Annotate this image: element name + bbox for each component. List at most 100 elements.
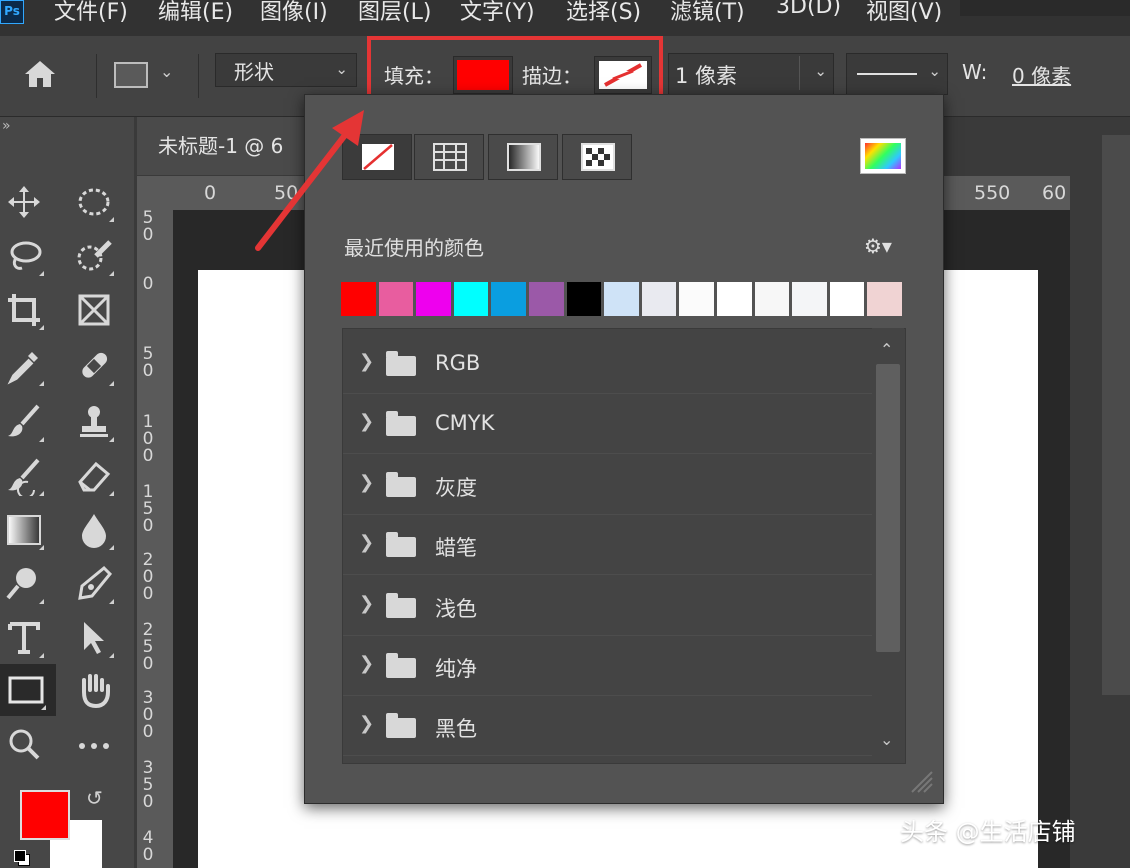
recent-color-swatch[interactable] [716,282,752,316]
recent-color-swatch[interactable] [754,282,790,316]
foreground-color-swatch[interactable] [20,790,70,840]
folder-name: 灰度 [435,476,477,500]
divider [198,54,199,98]
folder-row-light[interactable]: ❯ 浅色 [343,575,873,636]
recent-color-swatch[interactable] [792,282,827,316]
ruler-label: 300 [142,688,154,742]
folder-row-dark[interactable]: ❯ 黑色 [343,695,873,756]
folder-icon [386,411,416,436]
recent-color-swatch[interactable] [378,282,414,316]
home-icon [25,61,55,87]
folder-row-rgb[interactable]: ❯ RGB [343,333,873,394]
recent-color-swatch[interactable] [341,282,376,316]
recent-color-swatch[interactable] [491,282,526,316]
healing-brush-tool[interactable] [74,346,114,386]
chevron-right-icon[interactable]: ❯ [359,713,374,734]
collapse-icon[interactable]: » [2,118,11,134]
more-tools-button[interactable] [74,724,114,764]
rectangle-icon [114,62,148,88]
path-selection-tool[interactable] [74,618,114,658]
recent-color-swatch[interactable] [566,282,602,316]
recent-color-swatch[interactable] [679,282,714,316]
recent-color-swatch[interactable] [641,282,677,316]
scroll-up-icon[interactable]: ⌃ [880,340,893,359]
history-brush-tool[interactable] [4,456,44,499]
frame-icon [78,294,110,326]
ruler-corner [137,176,173,210]
recent-color-swatch[interactable] [604,282,639,316]
window-controls[interactable] [960,0,1130,16]
ruler-label: 150 [142,482,154,536]
blur-tool[interactable] [74,510,114,550]
folder-row-pastel[interactable]: ❯ 蜡笔 [343,514,873,575]
swap-colors-icon[interactable]: ↺ [86,786,103,810]
menu-3d[interactable]: 3D(D) [776,0,841,19]
gradient-tool[interactable] [4,510,44,550]
default-colors-icon[interactable] [14,850,30,866]
crop-tool[interactable] [4,290,44,330]
tool-preset-picker[interactable]: ⌄ [110,56,180,92]
move-tool[interactable] [4,182,44,222]
pen-tool[interactable] [74,564,114,604]
lasso-tool[interactable] [4,236,44,276]
shape-mode-select[interactable]: 形状 ⌄ [215,53,357,87]
recent-color-swatch[interactable] [416,282,451,316]
chevron-down-icon: ⌄ [928,62,941,80]
folder-row-pure[interactable]: ❯ 纯净 [343,635,873,696]
stroke-width-select[interactable]: 1 像素 ⌄ [668,53,834,95]
chevron-right-icon[interactable]: ❯ [359,472,374,493]
chevron-right-icon[interactable]: ❯ [359,532,374,553]
menu-file[interactable]: 文件(F) [54,0,128,26]
quick-selection-icon [77,240,112,271]
solid-color-button[interactable] [414,134,484,180]
pattern-icon [581,143,615,171]
recent-color-swatch[interactable] [528,282,564,316]
folder-icon [386,713,416,738]
recent-color-swatch[interactable] [453,282,489,316]
panel-strip[interactable] [1102,135,1130,695]
brush-tool[interactable] [4,402,44,442]
dodge-tool[interactable] [4,564,44,604]
recent-color-swatch[interactable] [829,282,865,316]
color-picker-button[interactable] [860,138,906,174]
menu-type[interactable]: 文字(Y) [460,0,535,26]
rectangle-tool[interactable] [6,670,46,710]
ruler-label: 350 [142,758,154,812]
width-input[interactable]: 0 像素 [1012,60,1071,89]
gear-icon[interactable]: ⚙▾ [864,234,892,258]
resize-grip-icon[interactable] [908,768,934,794]
gradient-button[interactable] [488,134,558,180]
chevron-right-icon[interactable]: ❯ [359,411,374,432]
folder-row-grayscale[interactable]: ❯ 灰度 [343,454,873,515]
chevron-right-icon[interactable]: ❯ [359,593,374,614]
pen-icon [78,565,113,600]
scrollbar-thumb[interactable] [876,364,900,652]
menu-layer[interactable]: 图层(L) [358,0,431,26]
eraser-tool[interactable] [74,456,114,496]
scroll-down-icon[interactable]: ⌄ [880,730,893,749]
clone-stamp-tool[interactable] [74,402,114,442]
menu-view[interactable]: 视图(V) [866,0,942,26]
elliptical-marquee-icon [78,188,110,216]
menu-filter[interactable]: 滤镜(T) [670,0,745,26]
home-button[interactable] [22,58,58,94]
chevron-right-icon[interactable]: ❯ [359,653,374,674]
menu-image[interactable]: 图像(I) [260,0,328,26]
recent-color-swatch[interactable] [867,282,902,316]
marquee-tool[interactable] [74,182,114,222]
folder-row-cmyk[interactable]: ❯ CMYK [343,393,873,454]
chevron-right-icon[interactable]: ❯ [359,351,374,372]
dodge-icon [6,568,36,600]
zoom-tool[interactable] [4,724,44,764]
pattern-button[interactable] [562,134,632,180]
menu-edit[interactable]: 编辑(E) [158,0,233,26]
stroke-type-select[interactable]: ⌄ [846,53,948,95]
eyedropper-tool[interactable] [4,346,44,386]
menu-select[interactable]: 选择(S) [566,0,641,26]
hand-tool[interactable] [74,670,114,710]
type-tool[interactable] [4,618,44,658]
folder-icon [386,472,416,497]
frame-tool[interactable] [74,290,114,330]
quick-selection-tool[interactable] [74,236,114,276]
rectangle-icon [8,676,44,704]
